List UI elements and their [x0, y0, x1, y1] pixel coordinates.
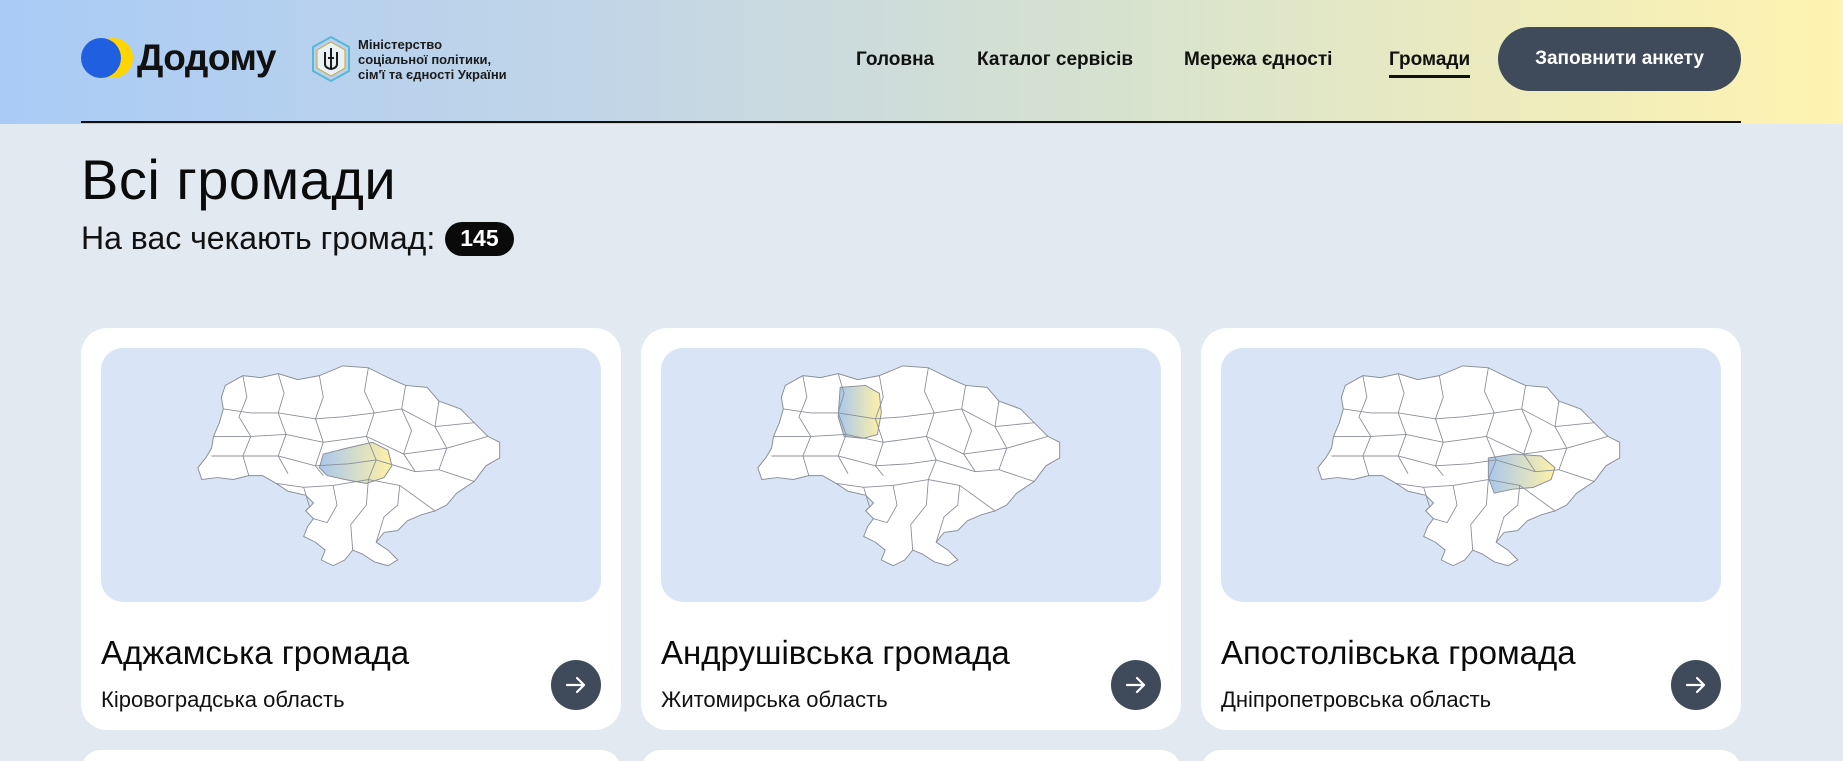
ukraine-map-icon	[1221, 348, 1721, 602]
ukraine-map-icon	[101, 348, 601, 602]
community-card-partial[interactable]	[81, 750, 621, 761]
community-card[interactable]: Апостолівська громада Дніпропетровська о…	[1201, 328, 1741, 730]
community-card[interactable]: Андрушівська громада Житомирська область	[641, 328, 1181, 730]
header-divider	[81, 121, 1741, 123]
communities-count-row: На вас чекають громад: 145	[81, 220, 514, 257]
ukraine-outline	[1317, 365, 1621, 567]
community-title: Аджамська громада	[101, 634, 410, 671]
logo-text: Додому	[137, 37, 276, 78]
arrow-right-icon[interactable]	[1111, 660, 1161, 710]
arrow-right-icon[interactable]	[551, 660, 601, 710]
community-region: Житомирська область	[661, 687, 888, 712]
site-header: Додому Міністерство соціальної політики,…	[0, 0, 1843, 124]
count-badge: 145	[445, 221, 514, 256]
logo-icon	[81, 36, 137, 80]
community-region: Дніпропетровська область	[1221, 687, 1492, 712]
nav-communities[interactable]: Громади	[1389, 49, 1471, 78]
ministry-name: Міністерство соціальної політики, сім'ї …	[358, 36, 507, 82]
nav-unity-network[interactable]: Мережа єдності	[1184, 49, 1332, 71]
subtitle-text: На вас чекають громад:	[81, 220, 436, 256]
page-title: Всі громади	[81, 148, 397, 211]
nav-home[interactable]: Головна	[856, 49, 934, 71]
community-card[interactable]: Аджамська громада Кіровоградська область	[81, 328, 621, 730]
ministry-logo[interactable]: Міністерство соціальної політики, сім'ї …	[311, 36, 507, 82]
ukraine-map-icon	[661, 348, 1161, 602]
ukraine-outline	[757, 365, 1061, 567]
community-card-partial[interactable]	[641, 750, 1181, 761]
arrow-right-icon[interactable]	[1671, 660, 1721, 710]
community-card-partial[interactable]	[1201, 750, 1741, 761]
nav-services-catalog[interactable]: Каталог сервісів	[977, 49, 1133, 71]
community-region: Кіровоградська область	[101, 687, 345, 712]
community-title: Апостолівська громада	[1221, 634, 1576, 671]
trident-emblem-icon	[312, 36, 350, 82]
logo-link[interactable]: Додому	[81, 36, 276, 80]
fill-form-button[interactable]: Заповнити анкету	[1498, 27, 1741, 91]
community-title: Андрушівська громада	[661, 634, 1010, 671]
